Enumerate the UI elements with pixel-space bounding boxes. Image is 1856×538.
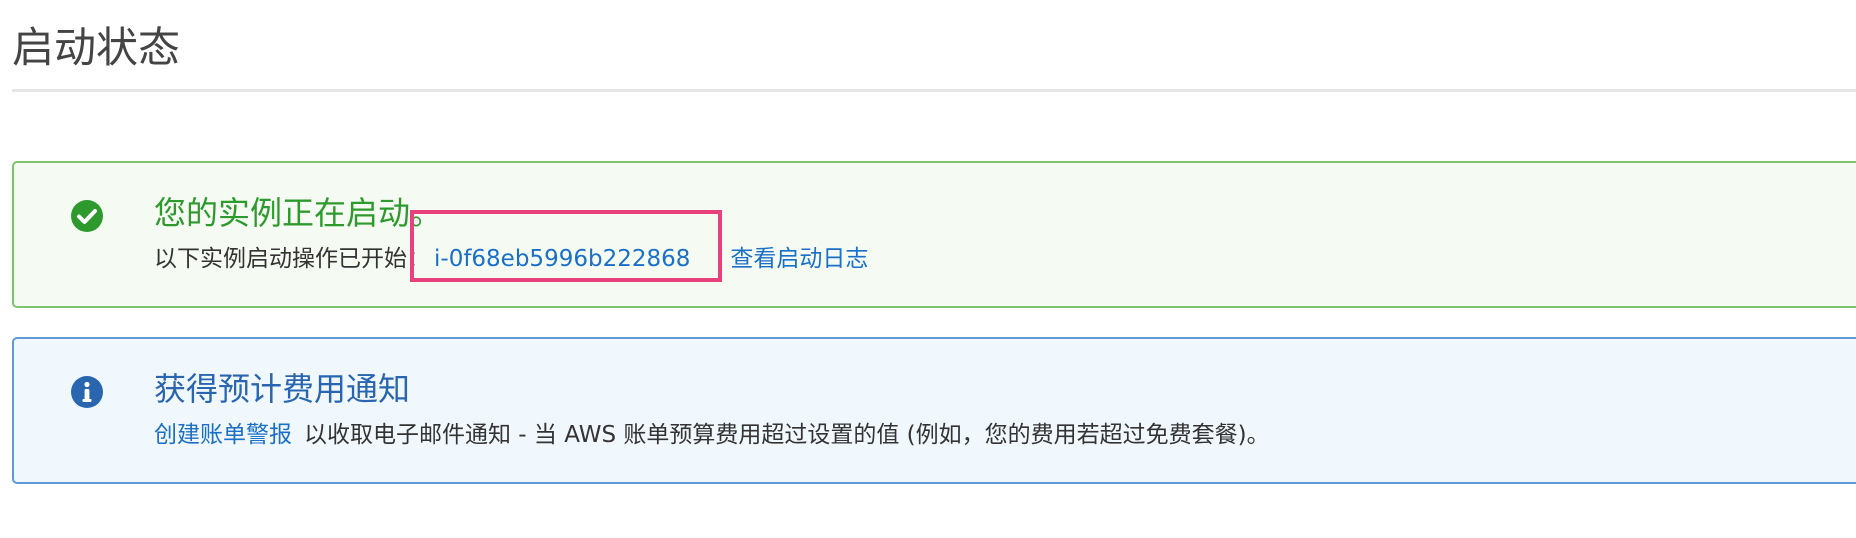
- success-heading: 您的实例正在启动。: [154, 194, 443, 232]
- success-message-prefix: 以下实例启动操作已开始：: [154, 246, 430, 272]
- info-circle-icon: [71, 376, 103, 408]
- page-title: 启动状态: [12, 23, 181, 72]
- check-circle-icon: [71, 200, 103, 232]
- launch-status-page: 启动状态 您的实例正在启动。 以下实例启动操作已开始： i-0f68eb5996b…: [0, 0, 1856, 538]
- success-alert: 您的实例正在启动。 以下实例启动操作已开始： i-0f68eb5996b22286…: [12, 161, 1856, 308]
- info-message-text: 以收取电子邮件通知 - 当 AWS 账单预算费用超过设置的值 (例如，您的费用若…: [304, 422, 1270, 448]
- info-alert: 获得预计费用通知 创建账单警报 以收取电子邮件通知 - 当 AWS 账单预算费用超…: [12, 337, 1856, 484]
- instance-id-wrapper: i-0f68eb5996b222868: [410, 210, 722, 282]
- info-heading: 获得预计费用通知: [154, 370, 411, 408]
- title-divider: [12, 89, 1856, 92]
- instance-id-link[interactable]: i-0f68eb5996b222868: [434, 246, 690, 272]
- success-message: 以下实例启动操作已开始： i-0f68eb5996b222868 查看启动日志: [154, 210, 868, 282]
- create-billing-alert-link[interactable]: 创建账单警报: [154, 422, 292, 448]
- view-launch-log-link[interactable]: 查看启动日志: [730, 246, 868, 272]
- info-message: 创建账单警报 以收取电子邮件通知 - 当 AWS 账单预算费用超过设置的值 (例如…: [154, 419, 1270, 451]
